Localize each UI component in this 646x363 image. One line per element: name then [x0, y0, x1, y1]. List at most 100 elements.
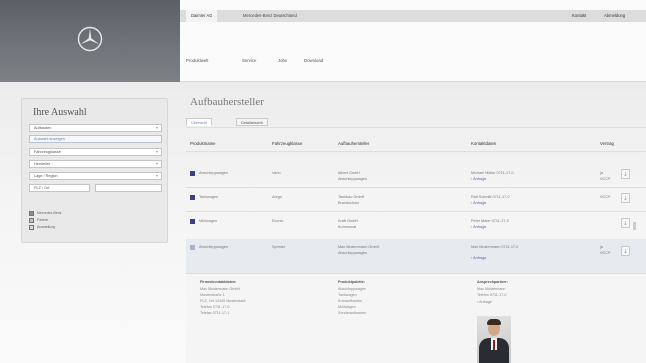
header-divider	[186, 151, 646, 152]
legend-ausstellung-label: Ausstellung	[37, 225, 56, 229]
download-icon[interactable]: ⤓	[621, 246, 630, 256]
firma-line: Musterstraße 1	[200, 293, 225, 297]
cell-produktname[interactable]: Tankwagen	[199, 195, 218, 199]
top-tab-daimler[interactable]: Daimler AG	[186, 10, 218, 22]
anfrage-link-label: Anfrage	[473, 225, 487, 229]
chevron-down-icon: ▾	[155, 161, 158, 166]
select-label: Hersteller	[34, 162, 51, 166]
row-divider	[186, 211, 646, 212]
selection-sidebar: Ihre Auswahl Aufbauten ▾ Auswahl anzeigen…	[21, 98, 168, 243]
ansprech-anfrage-label: Anfrage	[479, 300, 492, 304]
anfrage-link[interactable]: › Anfrage	[471, 201, 486, 205]
anfrage-link-label: Anfrage	[473, 177, 487, 181]
cell-vertrag: ja	[600, 171, 603, 175]
produkt-heading: Produktpalette:	[338, 280, 366, 284]
ansprech-line: Telefon 0711-17-0	[477, 293, 507, 297]
select-hersteller[interactable]: Hersteller ▾	[29, 160, 162, 168]
main-content: Aufbauhersteller Übersicht Detailansicht…	[180, 82, 646, 363]
ansprech-heading: Ansprechpartner:	[477, 280, 508, 284]
tab-detailansicht[interactable]: Detailansicht	[236, 118, 268, 126]
download-icon[interactable]: ⤓	[621, 193, 630, 203]
column-header-kontaktdaten[interactable]: Kontaktdaten	[471, 141, 496, 146]
top-tab-mercedes-deutschland[interactable]: Mercedes-Benz Deutschland	[238, 10, 302, 22]
column-header-fahrzeugklasse[interactable]: Fahrzeugklasse	[272, 141, 302, 146]
cell-hersteller-sub: Abschleppwagen	[338, 177, 367, 181]
produkt-line: Tankwagen	[338, 293, 357, 297]
firma-line: Telefax 0711-17-1	[200, 311, 230, 315]
cell-hersteller-name: Kraft GmbH	[338, 219, 359, 223]
page-title: Aufbauhersteller	[190, 96, 264, 108]
cell-hersteller-name: Max Mustermann GmbH	[338, 245, 380, 249]
header-navigation: Daimler AG Mercedes-Benz Deutschland Kon…	[180, 0, 646, 82]
nav-item-download[interactable]: Download	[304, 56, 323, 66]
cell-fahrzeugklasse: Atego	[272, 195, 282, 199]
column-header-vertrag[interactable]: Vertrag	[600, 141, 614, 146]
column-header-aufbauhersteller[interactable]: Aufbauhersteller	[338, 141, 369, 146]
anfrage-link-label: Anfrage	[473, 201, 487, 205]
firma-line: Max Mustermann GmbH	[200, 287, 241, 291]
cell-kontakt: Peter Maier 0711-17-0	[471, 219, 509, 223]
firma-heading: Firmenkontaktdaten:	[200, 280, 237, 284]
cell-hersteller-sub: Kommunal	[338, 225, 357, 229]
cell-vertrag: ja	[600, 245, 603, 249]
produkt-line: Kranaufbauten	[338, 299, 363, 303]
category-square-icon	[190, 245, 195, 250]
produkt-line: Müllwagen	[338, 305, 356, 309]
ansprech-line: Max Mustermann	[477, 287, 506, 291]
select-aufbauten[interactable]: Aufbauten ▾	[29, 124, 162, 132]
select-label: Aufbauten	[34, 126, 52, 130]
download-icon[interactable]: ⤓	[621, 218, 630, 228]
cell-fahrzeugklasse: Vario	[272, 171, 281, 175]
ort-input[interactable]	[95, 184, 162, 192]
cell-vertrag-sub: VCCP	[600, 177, 611, 181]
cell-hersteller-name: Albert GmbH	[338, 171, 360, 175]
produkt-line: Sonderaufbauten	[338, 311, 367, 315]
nav-item-service[interactable]: Service	[242, 56, 256, 66]
legend-partner-checkbox[interactable]	[29, 218, 34, 223]
nav-item-jobs[interactable]: Jobs	[278, 56, 287, 66]
cell-hersteller-name: Tankbau GmbH	[338, 195, 365, 199]
tab-divider	[186, 127, 646, 128]
legend-ausstellung-checkbox[interactable]	[29, 225, 34, 230]
scrollbar-thumb[interactable]	[633, 222, 636, 230]
logout-link[interactable]: Abmeldung	[604, 10, 625, 22]
category-square-icon	[190, 195, 195, 200]
cell-produktname[interactable]: Müllwagen	[199, 219, 217, 223]
mercedes-star-logo-icon[interactable]	[77, 26, 103, 52]
select-label: Auswahl anzeigen	[34, 137, 65, 141]
row-divider	[186, 187, 646, 188]
cell-kontakt: Ralf Schmitt 0711-17-0	[471, 195, 510, 199]
select-label: Fahrzeugklasse	[34, 150, 61, 154]
legend-partner-label: Partner	[37, 218, 49, 222]
selected-row-background	[186, 239, 646, 273]
show-selection-link[interactable]: Auswahl anzeigen	[29, 135, 162, 143]
cell-hersteller-sub: Abschleppwagen	[338, 251, 367, 255]
download-icon[interactable]: ⤓	[621, 169, 630, 179]
cell-hersteller-sub: Brandschutz	[338, 201, 360, 205]
nav-item-produktwelt[interactable]: Produktwelt	[186, 56, 208, 66]
brand-header	[0, 0, 180, 82]
select-label: Lage / Region	[34, 174, 58, 178]
cell-produktname[interactable]: Abschleppwagen	[199, 245, 228, 249]
anfrage-link[interactable]: › Anfrage	[471, 177, 486, 181]
top-bar: Daimler AG Mercedes-Benz Deutschland Kon…	[180, 10, 646, 22]
column-header-produktname[interactable]: Produktname	[190, 141, 216, 146]
anfrage-link-label: Anfrage	[473, 256, 487, 260]
anfrage-link[interactable]: › Anfrage	[471, 256, 486, 260]
select-lage-region[interactable]: Lage / Region ▾	[29, 172, 162, 180]
tab-uebersicht[interactable]: Übersicht	[186, 118, 213, 126]
detail-panel	[186, 273, 646, 363]
firma-line: Telefon 0711-17-0	[200, 305, 230, 309]
contact-link[interactable]: Kontakt	[572, 10, 586, 22]
chevron-down-icon: ▾	[155, 125, 158, 130]
cell-produktname[interactable]: Abschleppwagen	[199, 171, 228, 175]
cell-kontakt: Michael Müller 0711-17-0	[471, 171, 514, 175]
plz-placeholder: PLZ / Ort	[34, 186, 50, 190]
plz-input[interactable]: PLZ / Ort	[29, 184, 90, 192]
select-fahrzeugklasse[interactable]: Fahrzeugklasse ▾	[29, 148, 162, 156]
ansprech-anfrage-link[interactable]: › Anfrage	[477, 300, 492, 304]
anfrage-link[interactable]: › Anfrage	[471, 225, 486, 229]
sidebar-title: Ihre Auswahl	[33, 107, 87, 118]
legend-mercedes-checkbox[interactable]	[29, 211, 34, 216]
category-square-icon	[190, 219, 195, 224]
